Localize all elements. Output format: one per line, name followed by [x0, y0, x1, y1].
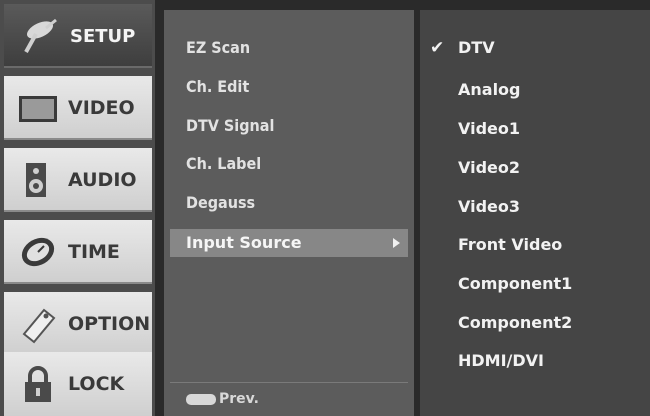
tab-option[interactable]: OPTION	[4, 292, 152, 356]
tv-screen-icon	[19, 96, 57, 122]
menu-item-ch-label[interactable]: Ch. Label	[186, 154, 261, 173]
source-option[interactable]: Video1	[458, 119, 520, 138]
prev-label: Prev.	[219, 391, 259, 407]
setup-menu: EZ Scan Ch. Edit DTV Signal Ch. Label De…	[164, 10, 414, 416]
source-option[interactable]: Component1	[458, 274, 572, 293]
source-option[interactable]: DTV	[458, 38, 495, 57]
source-option[interactable]: Front Video	[458, 235, 562, 254]
padlock-icon	[25, 366, 51, 402]
menu-item-dtv-signal[interactable]: DTV Signal	[186, 116, 274, 135]
tab-lock-label: LOCK	[68, 373, 125, 395]
menu-item-degauss[interactable]: Degauss	[186, 193, 255, 212]
footer-divider	[170, 382, 408, 383]
tab-time-label: TIME	[68, 241, 120, 263]
submenu-arrow-icon	[393, 238, 400, 248]
tab-lock[interactable]: LOCK	[4, 352, 152, 416]
tv-osd-menu: SETUP VIDEO AUDIO TIME OPTION LOCK EZ Sc…	[0, 0, 650, 416]
clock-icon	[21, 237, 55, 267]
tab-video[interactable]: VIDEO	[4, 76, 152, 140]
source-option[interactable]: Video3	[458, 197, 520, 216]
source-option[interactable]: Analog	[458, 80, 521, 99]
tab-video-label: VIDEO	[68, 97, 135, 119]
source-option[interactable]: Video2	[458, 158, 520, 177]
checkmark-icon: ✔	[430, 38, 445, 58]
menu-item-input-source[interactable]: Input Source	[170, 229, 408, 257]
menu-button-icon	[186, 393, 216, 405]
tab-audio-label: AUDIO	[68, 169, 137, 191]
prev-hint[interactable]: Prev.	[186, 391, 259, 407]
tab-option-label: OPTION	[68, 313, 151, 335]
satellite-dish-icon	[24, 18, 57, 53]
tab-setup[interactable]: SETUP	[4, 4, 152, 68]
source-option[interactable]: Component2	[458, 313, 572, 332]
tag-icon	[22, 308, 56, 344]
input-source-submenu: ✔ DTV Analog Video1 Video2 Video3 Front …	[420, 10, 650, 416]
tab-setup-label: SETUP	[70, 26, 136, 47]
speaker-icon	[26, 163, 46, 197]
source-option[interactable]: HDMI/DVI	[458, 351, 544, 370]
tab-audio[interactable]: AUDIO	[4, 148, 152, 212]
tab-time[interactable]: TIME	[4, 220, 152, 284]
category-tabs: SETUP VIDEO AUDIO TIME OPTION LOCK	[0, 0, 155, 416]
menu-item-ez-scan[interactable]: EZ Scan	[186, 38, 250, 57]
menu-item-ch-edit[interactable]: Ch. Edit	[186, 77, 249, 96]
menu-item-input-source-label: Input Source	[186, 233, 302, 252]
